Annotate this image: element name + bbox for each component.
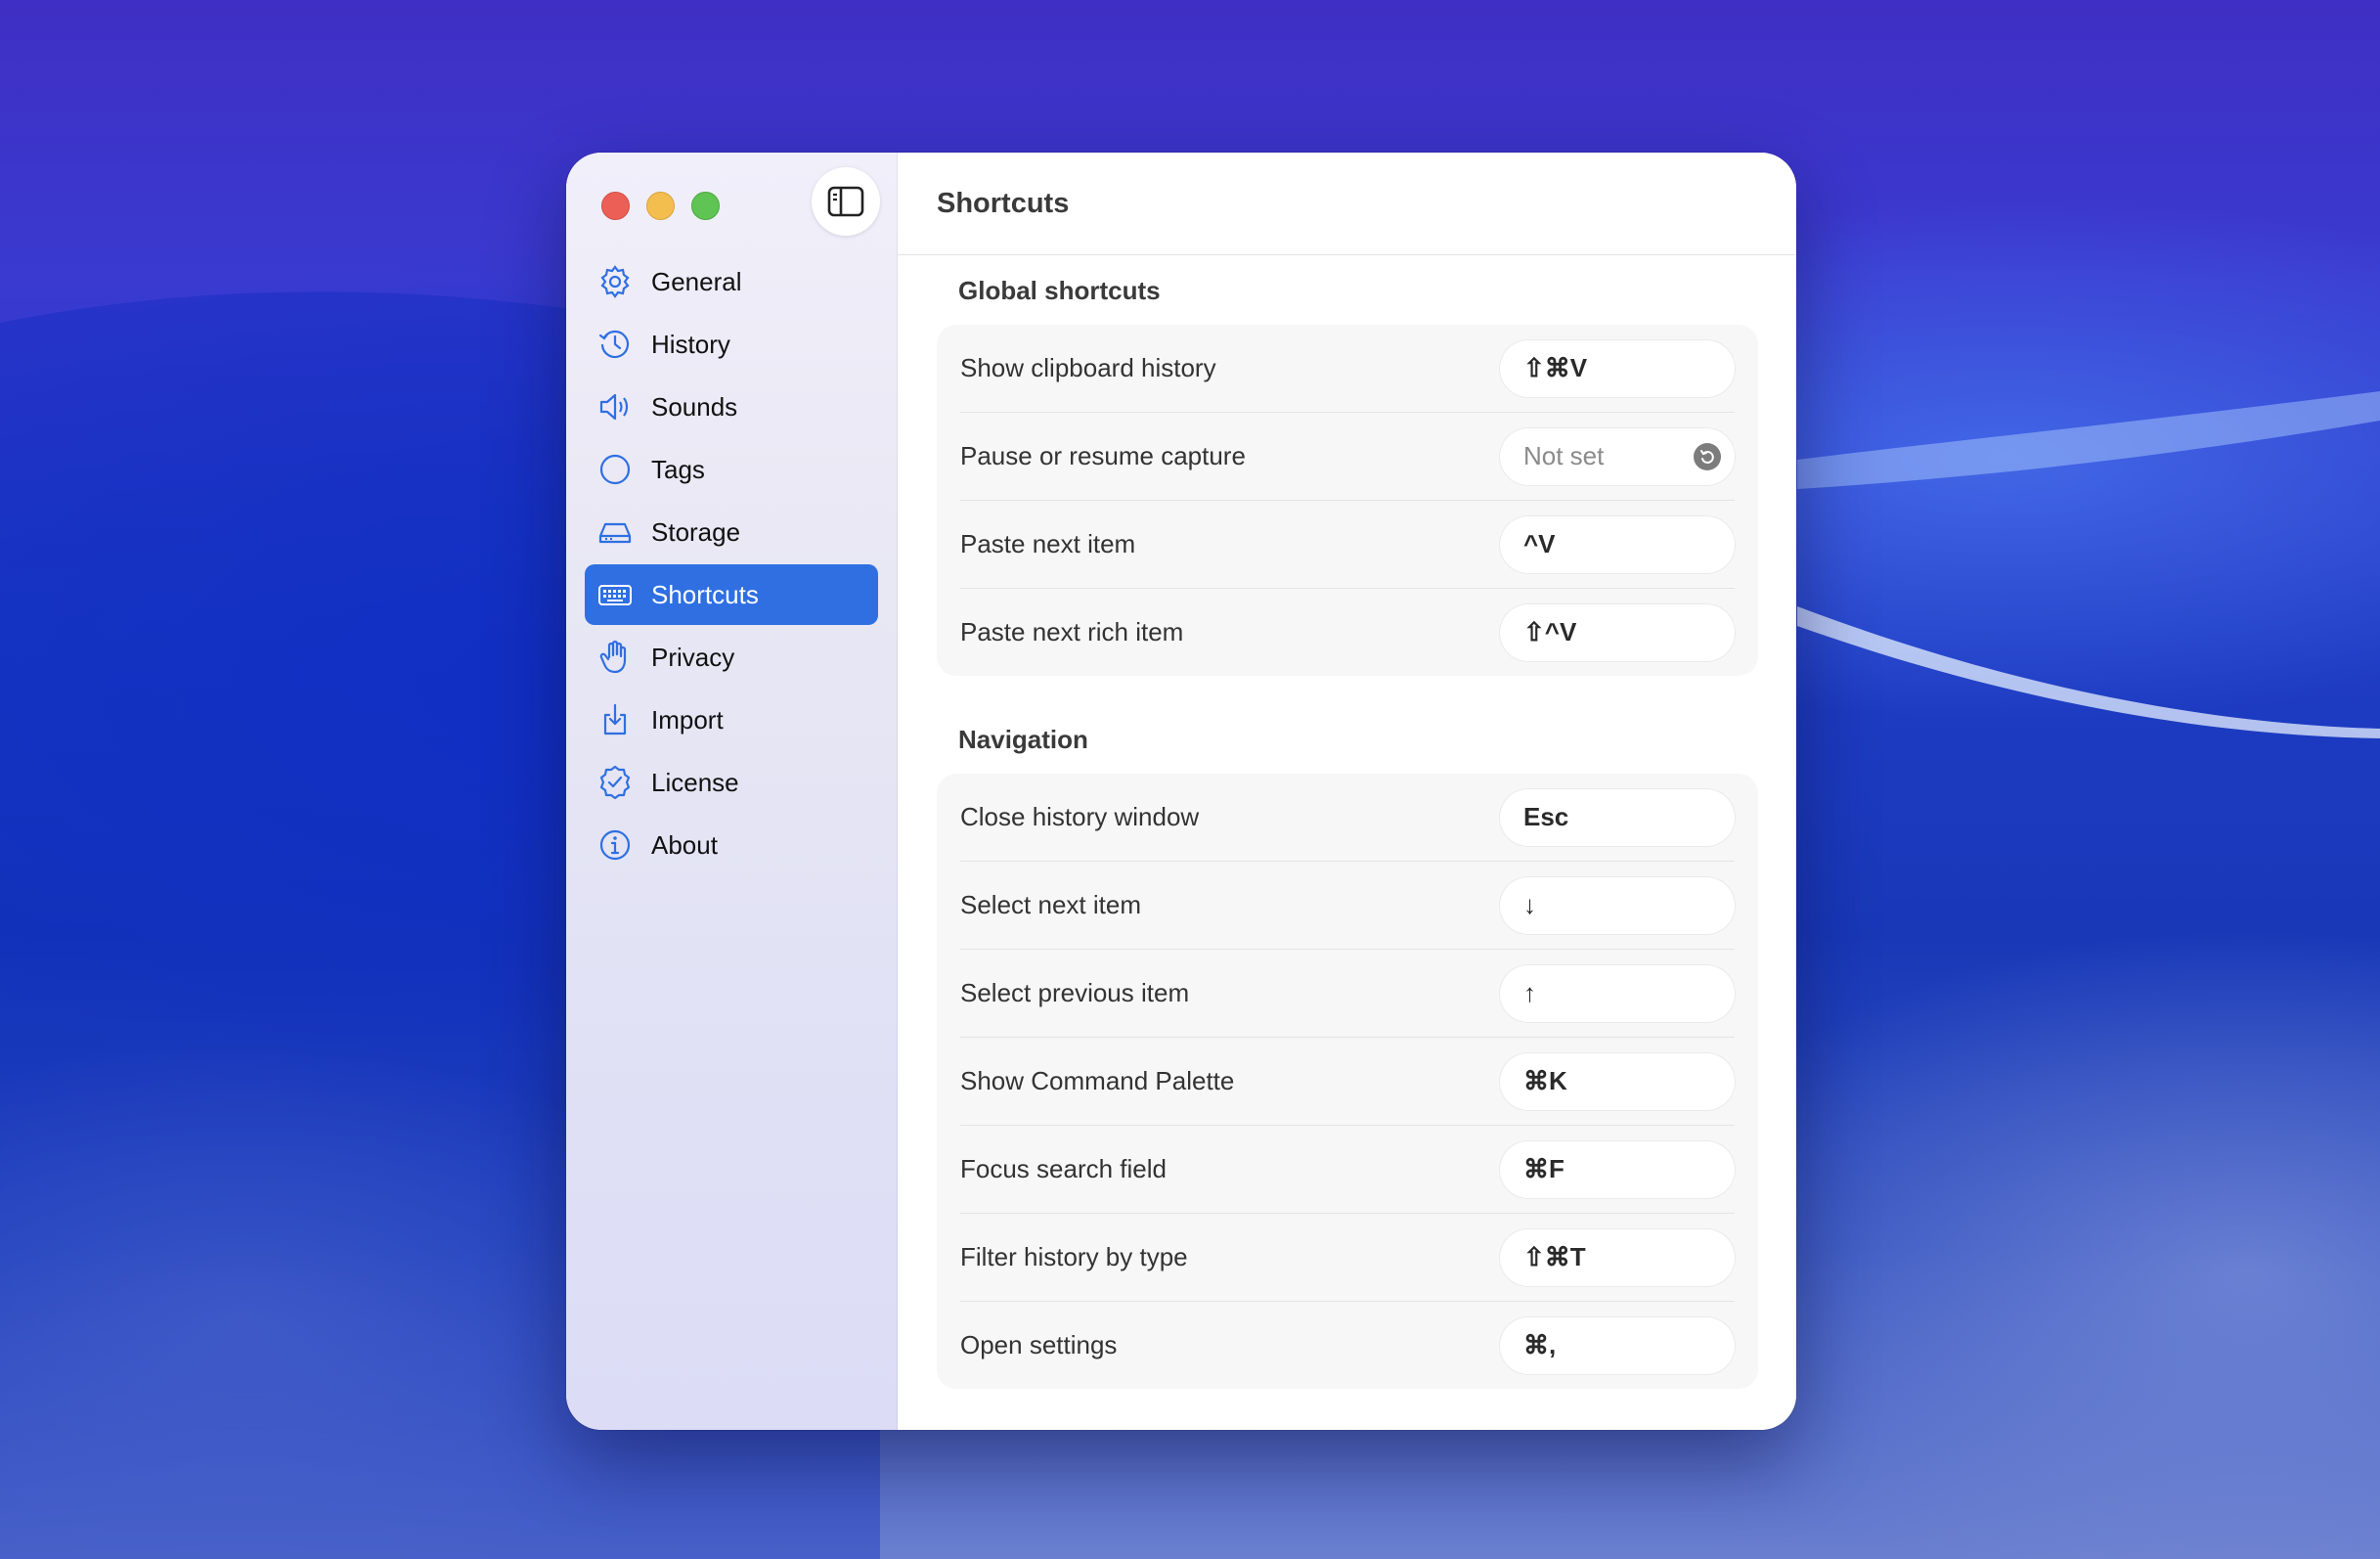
hand-icon <box>596 639 634 676</box>
shortcut-recorder[interactable]: ⌘, <box>1500 1316 1735 1374</box>
sidebar-item-import[interactable]: Import <box>585 690 878 750</box>
shortcut-label: Paste next item <box>960 529 1136 558</box>
navigation-group: Close history window Esc Select next ite… <box>937 774 1758 1389</box>
shortcut-label: Close history window <box>960 802 1200 831</box>
sidebar-item-storage[interactable]: Storage <box>585 502 878 562</box>
sidebar-item-sounds[interactable]: Sounds <box>585 377 878 437</box>
sidebar-item-tags[interactable]: Tags <box>585 439 878 500</box>
sidebar-item-label: License <box>651 767 739 797</box>
main-header: Shortcuts <box>898 153 1796 255</box>
sidebar-item-shortcuts[interactable]: Shortcuts <box>585 564 878 625</box>
section-title-global-shortcuts: Global shortcuts <box>958 276 1161 305</box>
sidebar-item-label: Import <box>651 704 724 735</box>
shortcut-row: Select previous item ↑ <box>960 950 1735 1038</box>
sidebar-item-label: Tags <box>651 454 705 484</box>
checkmark-seal-icon <box>596 764 634 801</box>
shortcut-recorder[interactable]: ⌘K <box>1500 1052 1735 1110</box>
info-icon <box>596 826 634 864</box>
drive-icon <box>596 513 634 551</box>
shortcut-label: Show Command Palette <box>960 1066 1235 1095</box>
shortcut-recorder[interactable]: ⇧⌘T <box>1500 1228 1735 1286</box>
shortcut-label: Select next item <box>960 890 1141 919</box>
zoom-window-button[interactable] <box>691 192 720 220</box>
shortcut-row: Filter history by type ⇧⌘T <box>960 1214 1735 1302</box>
shortcut-recorder[interactable]: ⌘F <box>1500 1140 1735 1198</box>
global-shortcuts-group: Show clipboard history ⇧⌘V Pause or resu… <box>937 325 1758 676</box>
shortcut-label: Focus search field <box>960 1154 1167 1183</box>
reset-shortcut-icon[interactable] <box>1694 442 1721 470</box>
sidebar-item-general[interactable]: General <box>585 251 878 312</box>
settings-window: General History Sounds Tags Storage Shor… <box>566 153 1796 1430</box>
sidebar: General History Sounds Tags Storage Shor… <box>566 153 898 1430</box>
close-window-button[interactable] <box>601 192 630 220</box>
sidebar-nav: General History Sounds Tags Storage Shor… <box>585 251 878 877</box>
shortcut-recorder[interactable]: ↓ <box>1500 876 1735 934</box>
shortcut-label: Show clipboard history <box>960 353 1216 382</box>
section-title-navigation: Navigation <box>958 725 1088 754</box>
sidebar-item-label: Shortcuts <box>651 579 759 609</box>
shortcut-recorder[interactable]: Not set <box>1500 427 1735 485</box>
keyboard-icon <box>596 576 634 613</box>
shortcut-label: Pause or resume capture <box>960 441 1246 470</box>
sidebar-item-label: General <box>651 266 742 296</box>
sidebar-item-privacy[interactable]: Privacy <box>585 627 878 688</box>
shortcut-row: Focus search field ⌘F <box>960 1126 1735 1214</box>
shortcut-label: Select previous item <box>960 978 1190 1007</box>
shortcut-label: Paste next rich item <box>960 617 1184 646</box>
shortcut-recorder[interactable]: ⇧^V <box>1500 603 1735 661</box>
shortcut-row: Show Command Palette ⌘K <box>960 1038 1735 1126</box>
import-icon <box>596 701 634 738</box>
shortcut-row: Pause or resume capture Not set <box>960 413 1735 501</box>
shortcut-recorder[interactable]: Esc <box>1500 788 1735 846</box>
sidebar-item-label: Storage <box>651 516 741 547</box>
shortcut-recorder[interactable]: ⇧⌘V <box>1500 339 1735 397</box>
sidebar-item-label: About <box>651 829 718 860</box>
shortcut-row: Open settings ⌘, <box>960 1302 1735 1389</box>
circle-tag-icon <box>596 451 634 488</box>
shortcut-row: Select next item ↓ <box>960 862 1735 950</box>
sidebar-item-label: Sounds <box>651 391 738 422</box>
sidebar-item-label: History <box>651 329 730 359</box>
shortcut-label: Open settings <box>960 1330 1118 1359</box>
sidebar-item-license[interactable]: License <box>585 752 878 813</box>
sidebar-item-label: Privacy <box>651 642 735 672</box>
minimize-window-button[interactable] <box>646 192 675 220</box>
main-content: Shortcuts Global shortcuts Show clipboar… <box>898 153 1796 1430</box>
shortcut-row: Paste next item ^V <box>960 501 1735 589</box>
gear-icon <box>596 263 634 300</box>
clock-history-icon <box>596 326 634 363</box>
shortcut-row: Show clipboard history ⇧⌘V <box>960 325 1735 413</box>
toggle-sidebar-button[interactable] <box>812 167 880 236</box>
shortcut-recorder[interactable]: ^V <box>1500 515 1735 573</box>
speaker-icon <box>596 388 634 425</box>
shortcut-row: Paste next rich item ⇧^V <box>960 589 1735 676</box>
sidebar-item-about[interactable]: About <box>585 815 878 875</box>
sidebar-item-history[interactable]: History <box>585 314 878 375</box>
page-title: Shortcuts <box>937 187 1070 219</box>
shortcut-row: Close history window Esc <box>960 774 1735 862</box>
shortcut-recorder[interactable]: ↑ <box>1500 964 1735 1022</box>
shortcut-placeholder: Not set <box>1523 441 1605 470</box>
shortcut-label: Filter history by type <box>960 1242 1188 1271</box>
sidebar-toggle-icon <box>827 186 864 217</box>
